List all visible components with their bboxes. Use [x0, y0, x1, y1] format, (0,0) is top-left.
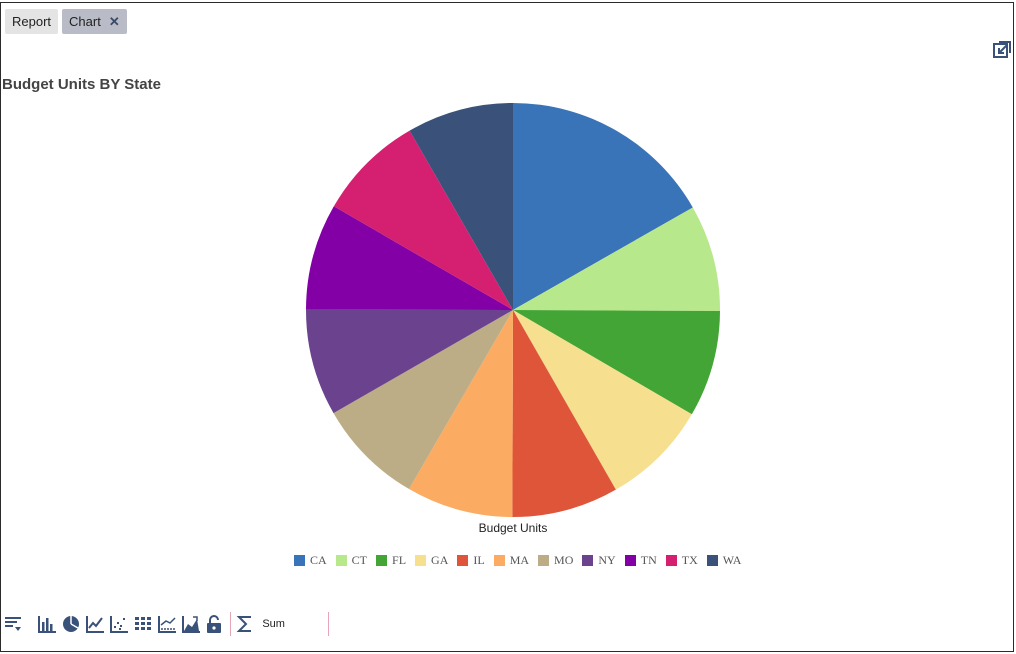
- legend-swatch: [415, 555, 427, 566]
- trend-chart-icon[interactable]: [156, 613, 178, 635]
- legend-item-wa[interactable]: WA: [706, 553, 742, 568]
- legend-label: CA: [310, 553, 327, 567]
- legend-swatch: [376, 555, 388, 566]
- line-chart-icon[interactable]: [84, 613, 106, 635]
- legend-item-tx[interactable]: TX: [665, 553, 698, 568]
- sort-icon[interactable]: [2, 613, 24, 635]
- legend-swatch: [294, 555, 305, 566]
- aggregate-label[interactable]: Sum: [262, 618, 285, 630]
- lock-icon[interactable]: [203, 613, 225, 635]
- legend-swatch: [493, 555, 505, 566]
- legend-item-mo[interactable]: MO: [538, 553, 573, 568]
- chart-legend: CA CT FL GA IL MA MO NY TN TX WA: [294, 553, 750, 568]
- table-grid-icon[interactable]: [132, 613, 154, 635]
- legend-item-il[interactable]: IL: [457, 553, 485, 568]
- legend-item-fl[interactable]: FL: [376, 553, 406, 568]
- legend-label: CT: [351, 553, 368, 567]
- legend-label: IL: [473, 553, 485, 567]
- chart-xlabel: Budget Units: [479, 521, 548, 535]
- legend-label: TX: [681, 553, 698, 567]
- legend-swatch: [706, 555, 718, 566]
- bar-chart-icon[interactable]: [36, 613, 58, 635]
- legend-swatch: [538, 555, 550, 566]
- toolbar-divider: [230, 612, 232, 636]
- legend-swatch: [582, 555, 594, 566]
- legend-item-ct[interactable]: CT: [335, 553, 368, 568]
- legend-swatch: [665, 555, 677, 566]
- area-chart-icon[interactable]: [180, 613, 202, 635]
- legend-item-ny[interactable]: NY: [582, 553, 616, 568]
- legend-swatch: [335, 555, 347, 566]
- toolbar-divider: [327, 612, 329, 636]
- sigma-icon[interactable]: [234, 613, 256, 635]
- legend-label: MA: [509, 553, 530, 567]
- legend-item-ga[interactable]: GA: [415, 553, 448, 568]
- pie-chart-icon[interactable]: [60, 613, 82, 635]
- legend-label: NY: [598, 553, 616, 567]
- legend-item-ma[interactable]: MA: [493, 553, 530, 568]
- legend-item-tn[interactable]: TN: [624, 553, 657, 568]
- legend-swatch: [624, 555, 636, 566]
- legend-label: FL: [392, 553, 407, 567]
- scatter-chart-icon[interactable]: [108, 613, 130, 635]
- chart-toolbar: Sum: [2, 610, 332, 638]
- legend-label: WA: [722, 553, 742, 567]
- legend-label: GA: [431, 553, 449, 567]
- legend-swatch: [457, 555, 469, 566]
- legend-label: MO: [554, 553, 574, 567]
- legend-label: TN: [640, 553, 657, 567]
- legend-item-ca[interactable]: CA: [294, 553, 327, 568]
